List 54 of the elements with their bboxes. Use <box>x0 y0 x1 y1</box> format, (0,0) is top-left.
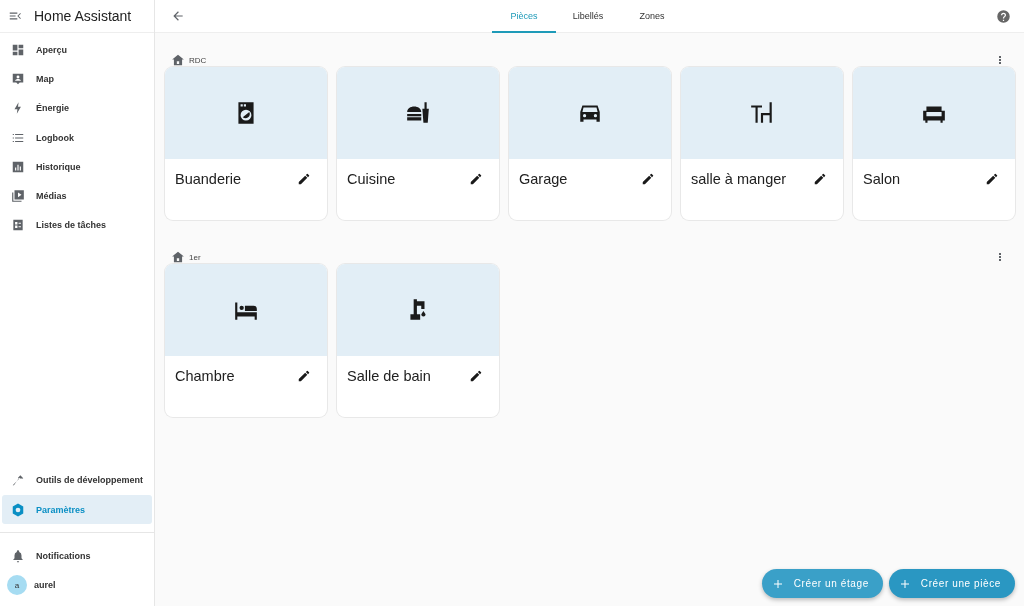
area-name: Garage <box>519 171 568 187</box>
settings-icon <box>11 502 25 517</box>
nav-icon <box>11 159 25 174</box>
edit-icon[interactable] <box>469 369 483 383</box>
edit-icon[interactable] <box>297 369 311 383</box>
area-card[interactable]: Salle de bain <box>337 264 499 417</box>
sidebar-item[interactable]: Logbook <box>2 122 152 153</box>
area-card[interactable]: Salon <box>853 67 1015 220</box>
user-name[interactable]: aurel <box>34 580 56 591</box>
sidebar-item[interactable]: Historique <box>2 152 152 182</box>
floor-name: RDC <box>189 55 207 65</box>
edit-icon[interactable] <box>297 172 311 186</box>
nav-icon <box>11 218 25 233</box>
back-arrow-icon <box>171 9 185 23</box>
nav-icon <box>11 189 25 204</box>
nav-icon <box>11 42 25 57</box>
edit-icon[interactable] <box>641 172 655 186</box>
app-title: Home Assistant <box>34 8 132 24</box>
area-card[interactable]: salle à manger <box>681 67 843 220</box>
hammer-icon <box>11 473 25 488</box>
house-icon <box>171 53 185 67</box>
bell-icon <box>11 549 25 564</box>
plus-icon <box>898 577 911 590</box>
tab[interactable]: Zones <box>620 0 684 33</box>
nav-icon <box>11 71 25 86</box>
tab[interactable]: Pièces <box>492 0 556 33</box>
sidebar-item[interactable]: Listes de tâches <box>2 210 152 241</box>
area-name: Buanderie <box>175 171 242 187</box>
help-icon[interactable] <box>996 8 1011 24</box>
user-avatar[interactable]: a <box>7 575 27 596</box>
sidebar-item[interactable]: Médias <box>2 181 152 211</box>
sidebar-item[interactable]: Aperçu <box>2 35 152 65</box>
area-card[interactable]: Buanderie <box>165 67 327 220</box>
area-name: salle à manger <box>691 171 787 187</box>
edit-icon[interactable] <box>469 172 483 186</box>
house-icon <box>171 250 185 264</box>
tab[interactable]: Libellés <box>556 0 620 33</box>
plus-icon <box>771 577 784 590</box>
area-icon <box>749 100 775 126</box>
area-name: Salle de bain <box>347 368 431 384</box>
sidebar-item[interactable]: Map <box>2 64 152 94</box>
floor-name: 1er <box>189 252 201 262</box>
area-card[interactable]: Chambre <box>165 264 327 417</box>
area-name: Salon <box>863 171 901 187</box>
notifications-item[interactable]: Notifications <box>2 541 152 571</box>
edit-icon[interactable] <box>985 172 999 186</box>
edit-icon[interactable] <box>813 172 827 186</box>
area-name: Cuisine <box>347 171 396 187</box>
sidebar-item[interactable]: Outils de développement <box>2 465 152 496</box>
area-name: Chambre <box>175 368 235 384</box>
sidebar-item[interactable]: Énergie <box>2 93 152 123</box>
area-card[interactable]: Cuisine <box>337 67 499 220</box>
area-icon <box>405 100 431 126</box>
area-card[interactable]: Garage <box>509 67 671 220</box>
